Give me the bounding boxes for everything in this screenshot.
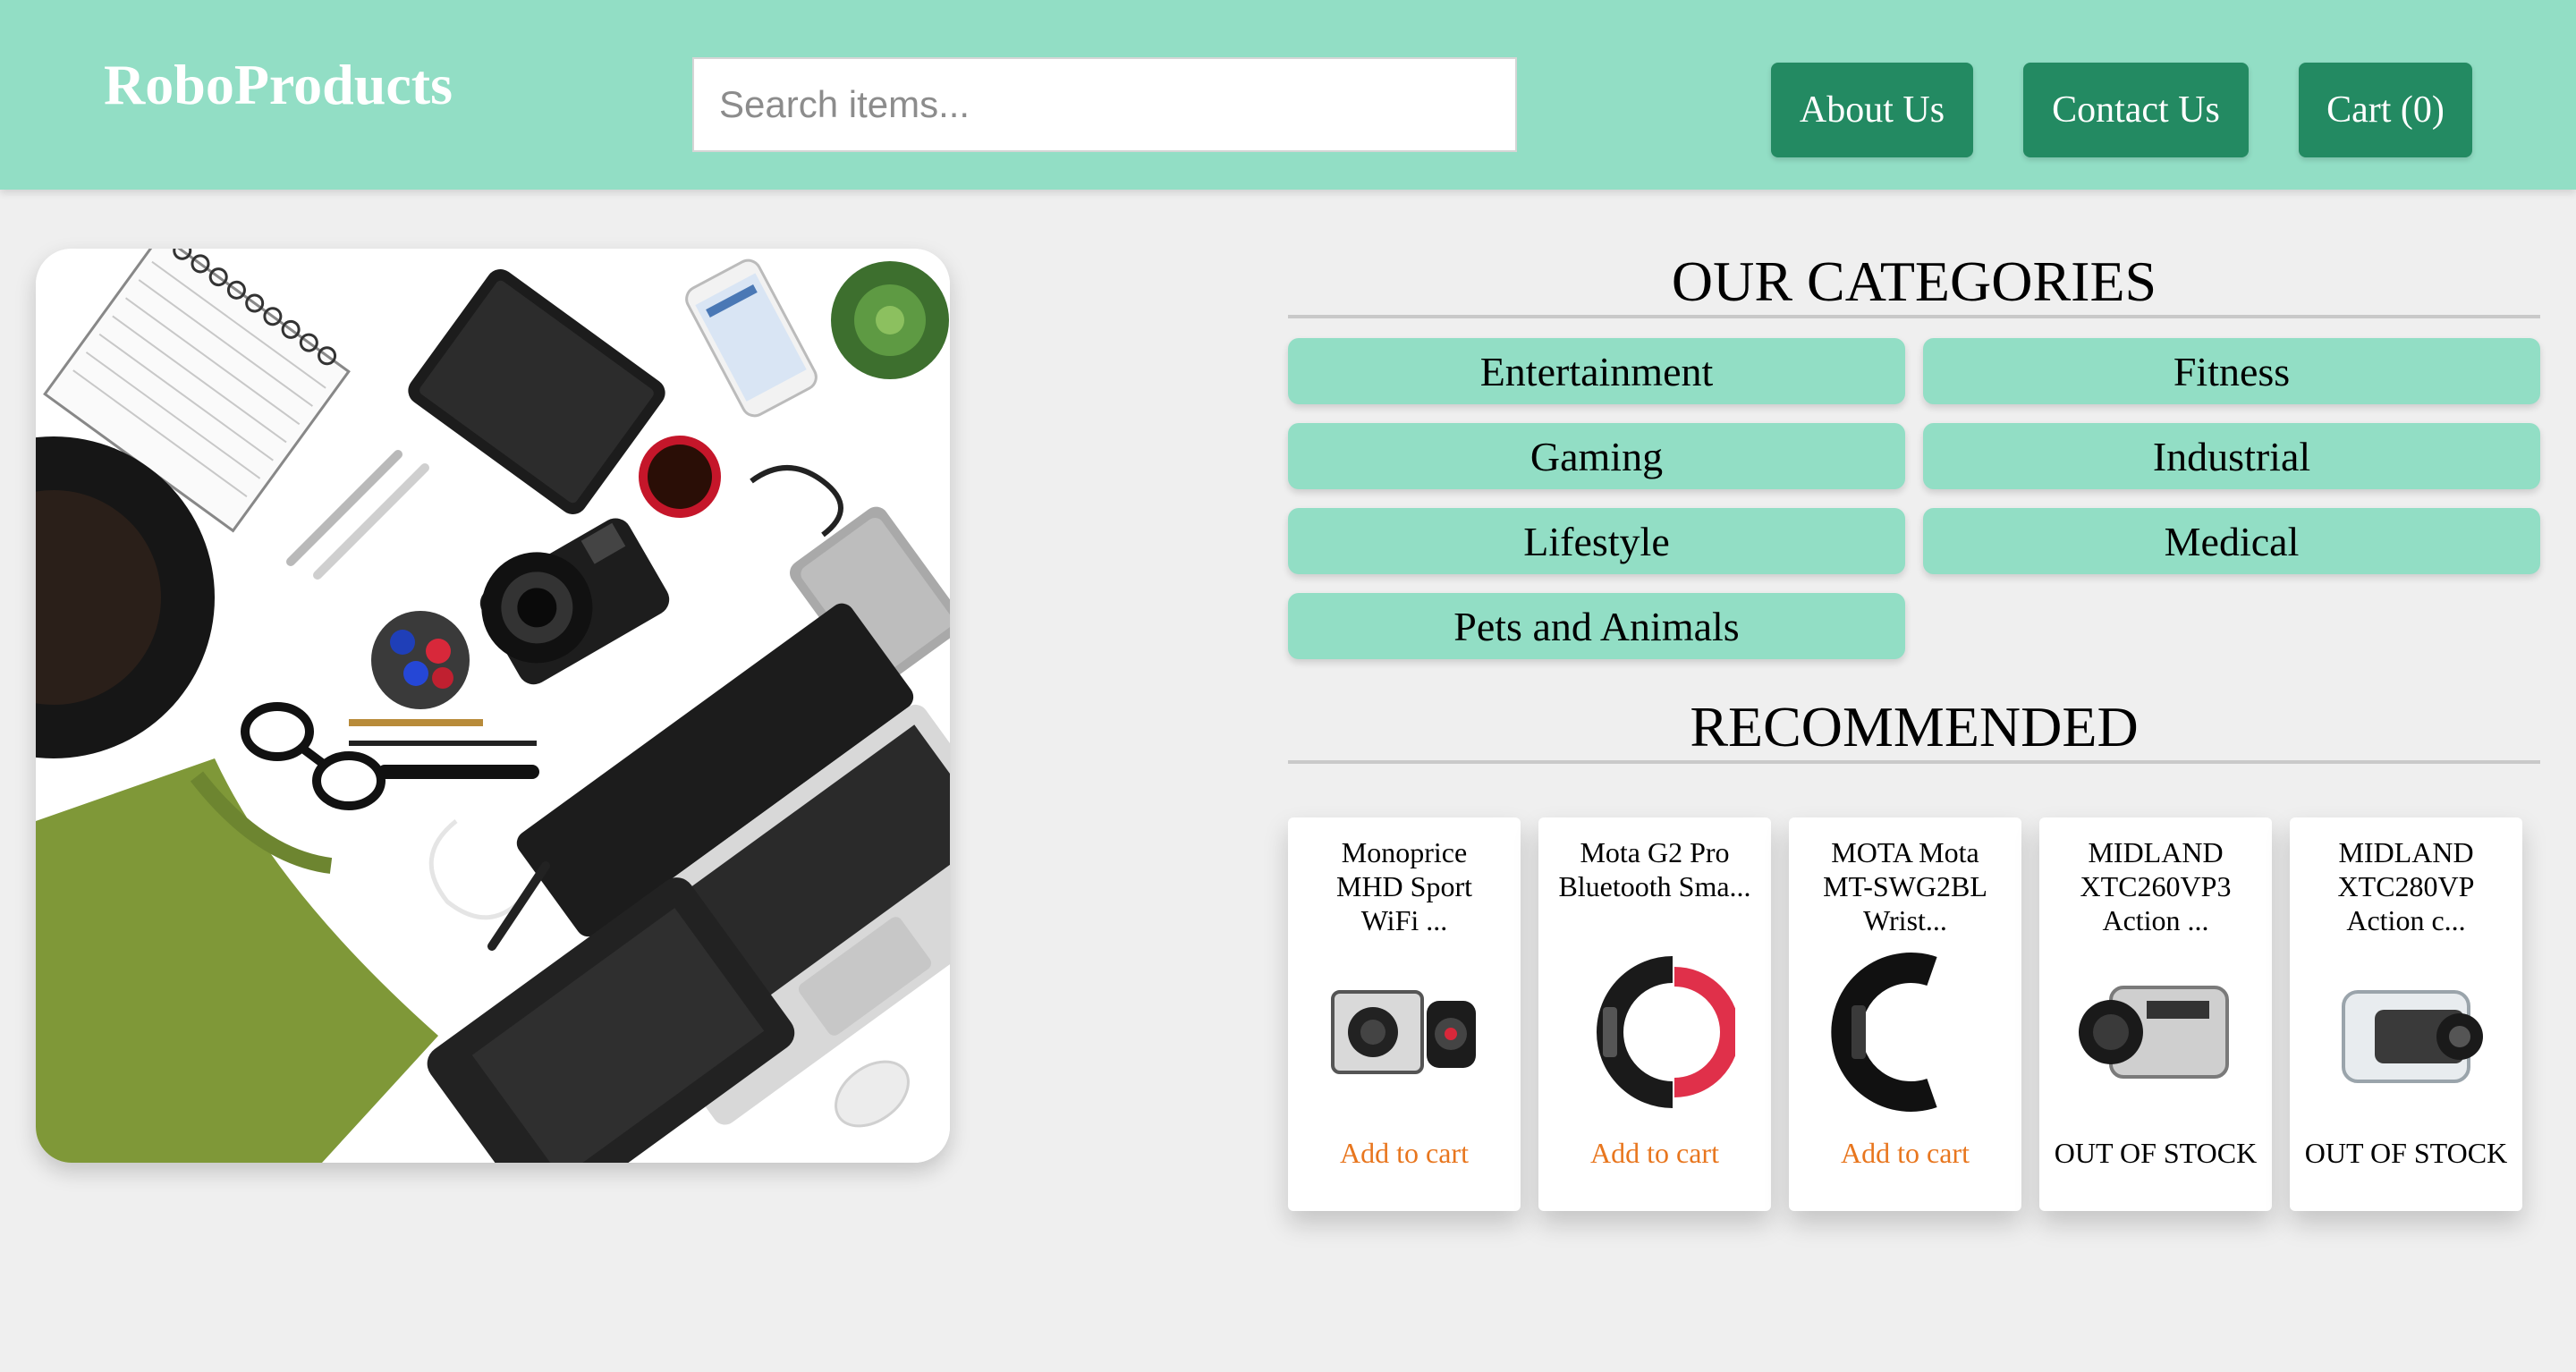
- product-name: MIDLAND XTC280VP Action c...: [2337, 836, 2475, 936]
- product-card[interactable]: MOTA Mota MT-SWG2BL Wrist... Add to cart: [1789, 817, 2021, 1211]
- recommended-title: RECOMMENDED: [1690, 695, 2139, 758]
- site-header: RoboProducts About Us Contact Us Cart (0…: [0, 0, 2576, 190]
- categories-divider: [1288, 315, 2540, 318]
- product-card[interactable]: Mota G2 Pro Bluetooth Sma... Add to cart: [1538, 817, 1771, 1211]
- product-card[interactable]: MIDLAND XTC280VP Action c... OUT OF STOC…: [2290, 817, 2522, 1211]
- red-smart-band-icon: [1597, 956, 1735, 1108]
- categories-title: OUR CATEGORIES: [1671, 250, 2157, 313]
- category-industrial[interactable]: Industrial: [1923, 423, 2540, 489]
- category-lifestyle[interactable]: Lifestyle: [1288, 508, 1905, 574]
- about-us-button[interactable]: About Us: [1771, 63, 1973, 157]
- out-of-stock-label: OUT OF STOCK: [2304, 1137, 2508, 1169]
- category-pets-and-animals[interactable]: Pets and Animals: [1288, 593, 1905, 659]
- hero-image: [36, 249, 950, 1163]
- category-gaming[interactable]: Gaming: [1288, 423, 1905, 489]
- category-entertainment[interactable]: Entertainment: [1288, 338, 1905, 404]
- product-name: MIDLAND XTC260VP3 Action ...: [2080, 836, 2232, 936]
- contact-us-button[interactable]: Contact Us: [2023, 63, 2249, 157]
- product-name: Mota G2 Pro Bluetooth Sma...: [1558, 836, 1751, 902]
- add-to-cart-button[interactable]: Add to cart: [1796, 1136, 2014, 1170]
- search-input[interactable]: [692, 57, 1517, 152]
- action-camera-with-remote-icon: [1331, 990, 1476, 1074]
- category-fitness[interactable]: Fitness: [1923, 338, 2540, 404]
- flat-lay-electronics-illustration: [36, 249, 950, 1163]
- product-name: MOTA Mota MT-SWG2BL Wrist...: [1823, 836, 1987, 936]
- recommended-divider: [1288, 760, 2540, 764]
- waterproof-action-camera-icon: [2342, 990, 2483, 1083]
- black-smart-band-icon: [1831, 953, 1937, 1112]
- add-to-cart-button[interactable]: Add to cart: [1295, 1136, 1513, 1170]
- product-name: Monoprice MHD Sport WiFi ...: [1335, 836, 1472, 936]
- product-card[interactable]: MIDLAND XTC260VP3 Action ... OUT OF STOC…: [2039, 817, 2272, 1211]
- cart-button[interactable]: Cart (0): [2299, 63, 2472, 157]
- out-of-stock-label: OUT OF STOCK: [2054, 1137, 2258, 1169]
- category-medical[interactable]: Medical: [1923, 508, 2540, 574]
- add-to-cart-button[interactable]: Add to cart: [1546, 1136, 1764, 1170]
- product-card[interactable]: Monoprice MHD Sport WiFi ... Add to cart: [1288, 817, 1521, 1211]
- silver-action-camera-icon: [2079, 986, 2229, 1079]
- brand-logo[interactable]: RoboProducts: [104, 52, 453, 118]
